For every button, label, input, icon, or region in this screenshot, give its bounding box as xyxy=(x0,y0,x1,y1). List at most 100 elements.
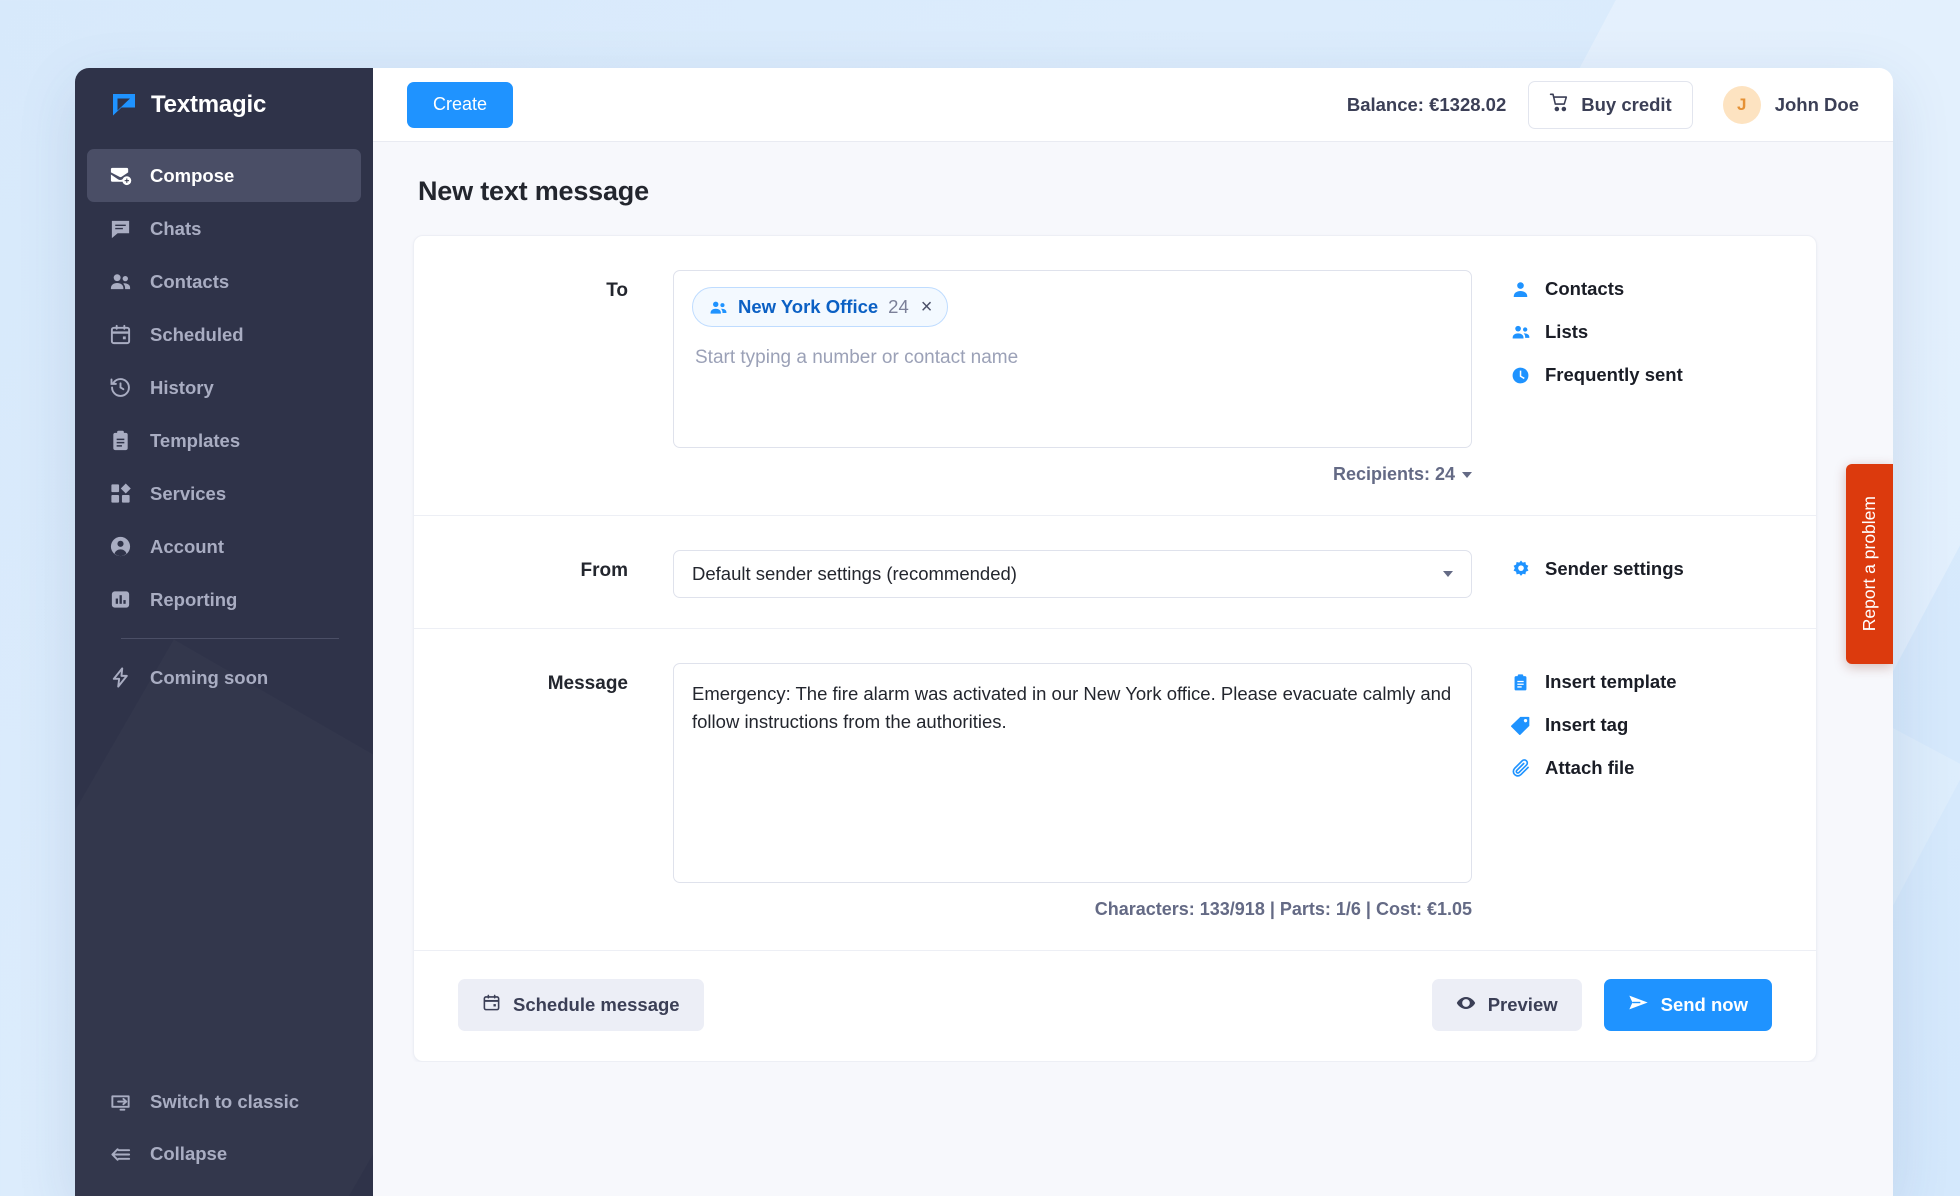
sidebar-item-scheduled[interactable]: Scheduled xyxy=(87,308,361,361)
footer-actions: Preview Send now xyxy=(1431,979,1772,1031)
tag-icon xyxy=(1510,715,1531,735)
sidebar-item-contacts[interactable]: Contacts xyxy=(87,255,361,308)
sidebar-item-templates[interactable]: Templates xyxy=(87,414,361,467)
sidebar-item-label: Templates xyxy=(150,429,241,451)
send-icon xyxy=(1628,992,1649,1018)
to-field: New York Office 24 × Start typing a numb… xyxy=(673,270,1472,485)
sidebar-item-label: Chats xyxy=(150,217,202,239)
sidebar: Textmagic Compose Chats Contacts Schedul… xyxy=(75,68,373,1196)
user-menu[interactable]: J John Doe xyxy=(1715,85,1859,124)
sidebar-nav: Compose Chats Contacts Scheduled History… xyxy=(75,149,373,704)
report-problem-label: Report a problem xyxy=(1859,496,1879,632)
card-footer: Schedule message Preview Send now xyxy=(414,951,1816,1061)
sidebar-item-label: Coming soon xyxy=(150,666,269,688)
schedule-message-button[interactable]: Schedule message xyxy=(458,979,704,1031)
chevron-down-icon xyxy=(1443,571,1453,577)
sender-settings-label: Sender settings xyxy=(1545,558,1684,579)
frequently-sent-link[interactable]: Frequently sent xyxy=(1510,364,1772,386)
preview-button[interactable]: Preview xyxy=(1431,979,1582,1031)
sidebar-item-label: Reporting xyxy=(150,588,238,610)
topbar-right: Balance: €1328.02 Buy credit J John Doe xyxy=(1346,80,1859,129)
eye-icon xyxy=(1456,993,1476,1018)
to-row: To New York Office 24 × Start typing a n… xyxy=(414,236,1816,516)
sidebar-item-label: Account xyxy=(150,535,224,557)
to-label: To xyxy=(606,280,628,301)
sidebar-item-label: History xyxy=(150,376,214,398)
sidebar-item-label: Scheduled xyxy=(150,323,244,345)
send-now-button[interactable]: Send now xyxy=(1603,979,1772,1031)
schedule-message-label: Schedule message xyxy=(513,994,680,1015)
account-icon xyxy=(109,535,132,558)
gear-icon xyxy=(1510,559,1531,579)
brand-name: Textmagic xyxy=(151,91,267,118)
create-button[interactable]: Create xyxy=(407,81,514,128)
sidebar-item-reporting[interactable]: Reporting xyxy=(87,573,361,626)
group-icon xyxy=(1510,322,1531,342)
user-name: John Doe xyxy=(1774,93,1859,115)
send-now-label: Send now xyxy=(1660,994,1748,1015)
brand: Textmagic xyxy=(75,68,373,142)
sidebar-item-history[interactable]: History xyxy=(87,361,361,414)
insert-tag-link[interactable]: Insert tag xyxy=(1510,714,1772,736)
sidebar-item-label: Contacts xyxy=(150,270,230,292)
recipient-chip-count: 24 xyxy=(888,296,909,317)
close-icon[interactable]: × xyxy=(919,297,933,317)
services-icon xyxy=(109,482,132,505)
report-problem-tab[interactable]: Report a problem xyxy=(1846,464,1893,664)
calendar-icon xyxy=(109,323,132,346)
sidebar-item-account[interactable]: Account xyxy=(87,520,361,573)
switch-icon xyxy=(109,1091,132,1114)
sidebar-bottom: Switch to classic Collapse xyxy=(75,1076,373,1196)
main-area: Create Balance: €1328.02 Buy credit J Jo… xyxy=(373,68,1893,1196)
lists-link-label: Lists xyxy=(1545,321,1589,342)
balance-label: Balance: €1328.02 xyxy=(1346,93,1507,115)
frequently-sent-link-label: Frequently sent xyxy=(1545,364,1683,385)
recipients-input[interactable]: New York Office 24 × Start typing a numb… xyxy=(673,270,1472,448)
sidebar-item-services[interactable]: Services xyxy=(87,467,361,520)
attach-file-label: Attach file xyxy=(1545,757,1635,778)
contacts-link-label: Contacts xyxy=(1545,278,1625,299)
buy-credit-label: Buy credit xyxy=(1581,93,1672,115)
page-title: New text message xyxy=(418,176,649,206)
sender-select[interactable]: Default sender settings (recommended) xyxy=(673,550,1472,598)
to-side-links: Contacts Lists Frequently sent xyxy=(1472,270,1772,485)
bolt-icon xyxy=(109,666,132,689)
preview-label: Preview xyxy=(1487,994,1558,1015)
content: New text message To New York Office 24 ×… xyxy=(373,142,1893,1062)
person-icon xyxy=(1510,280,1531,299)
buy-credit-button[interactable]: Buy credit xyxy=(1528,80,1693,129)
attach-file-link[interactable]: Attach file xyxy=(1510,757,1772,779)
message-side-links: Insert template Insert tag Attach file xyxy=(1472,663,1772,920)
sidebar-divider xyxy=(121,638,339,639)
from-field: Default sender settings (recommended) xyxy=(673,550,1472,598)
chevron-down-icon xyxy=(1462,472,1472,479)
insert-tag-label: Insert tag xyxy=(1545,714,1629,735)
avatar: J xyxy=(1722,85,1761,124)
insert-template-link[interactable]: Insert template xyxy=(1510,671,1772,693)
sidebar-item-label: Compose xyxy=(150,164,235,186)
clipboard-icon xyxy=(109,429,132,452)
sidebar-item-chats[interactable]: Chats xyxy=(87,202,361,255)
lists-link[interactable]: Lists xyxy=(1510,321,1772,343)
cart-icon xyxy=(1549,92,1570,118)
sender-settings-link[interactable]: Sender settings xyxy=(1510,558,1772,580)
group-icon xyxy=(709,298,728,317)
insert-template-label: Insert template xyxy=(1545,671,1677,692)
message-input[interactable]: Emergency: The fire alarm was activated … xyxy=(673,663,1472,883)
textmagic-logo-icon xyxy=(111,92,137,118)
sidebar-item-compose[interactable]: Compose xyxy=(87,149,361,202)
recipient-chip[interactable]: New York Office 24 × xyxy=(692,287,949,327)
sidebar-item-switch-to-classic[interactable]: Switch to classic xyxy=(87,1076,361,1128)
to-placeholder: Start typing a number or contact name xyxy=(695,347,1019,368)
sidebar-item-label: Switch to classic xyxy=(150,1091,300,1112)
sidebar-item-label: Collapse xyxy=(150,1143,228,1164)
recipient-chip-name: New York Office xyxy=(738,296,879,317)
from-row: From Default sender settings (recommende… xyxy=(414,516,1816,629)
message-field: Emergency: The fire alarm was activated … xyxy=(673,663,1472,920)
recipients-count[interactable]: Recipients: 24 xyxy=(673,464,1472,485)
sidebar-item-coming-soon[interactable]: Coming soon xyxy=(87,651,361,704)
sidebar-item-collapse[interactable]: Collapse xyxy=(87,1128,361,1180)
collapse-icon xyxy=(109,1143,132,1166)
contacts-link[interactable]: Contacts xyxy=(1510,278,1772,300)
compose-icon xyxy=(109,164,132,187)
